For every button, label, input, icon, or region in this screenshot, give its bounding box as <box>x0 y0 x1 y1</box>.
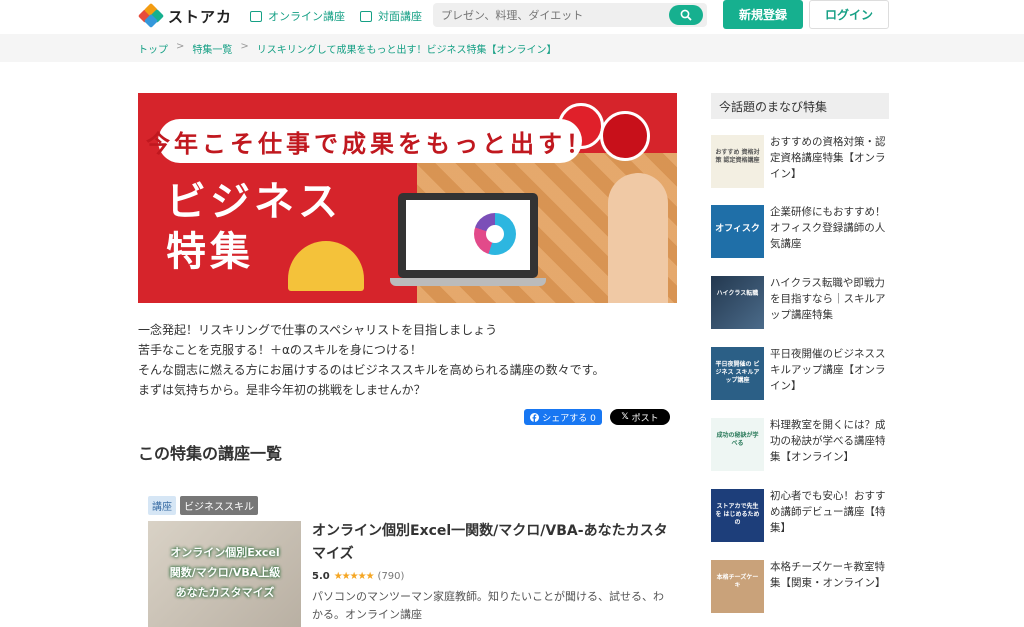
sidebar-item-officeku[interactable]: オフィスク 企業研修にもおすすめ！オフィスク登録講師の人気講座 <box>711 205 889 261</box>
sidebar-item-label: 平日夜開催のビジネススキルアップ講座【オンライン】 <box>770 348 886 392</box>
breadcrumb: トップ > 特集一覧 > リスキリングして成果をもっと出す！ビジネス特集【オンラ… <box>138 41 556 56</box>
site-header: ストアカ オンライン講座 対面講座 新規登録 ログイン <box>0 0 1024 34</box>
laptop-icon <box>398 193 538 278</box>
sidebar-thumbnail: 本格チーズケーキ <box>711 560 764 613</box>
sidebar-item-label: ハイクラス転職や即戦力を目指すなら｜スキルアップ講座特集 <box>770 277 886 321</box>
sidebar-item-label: 本格チーズケーキ教室特集【関東・オンライン】 <box>770 561 886 589</box>
sidebar-item-label: 企業研修にもおすすめ！オフィスク登録講師の人気講座 <box>770 206 886 250</box>
facebook-icon <box>530 412 540 422</box>
logo-text: ストアカ <box>168 7 233 26</box>
sidebar-thumbnail: 平日夜開催の ビジネス スキルアップ講座 <box>711 347 764 400</box>
course-rating: 5.0 ★★★★★ (790) <box>312 571 404 582</box>
search-input[interactable] <box>433 3 663 27</box>
laptop-base <box>390 278 546 286</box>
thumb-label: 成功の秘訣が学べる <box>716 432 759 447</box>
thumb-label: 本格チーズケーキ <box>716 574 759 589</box>
sidebar-item-career[interactable]: ハイクラス転職 ハイクラス転職や即戦力を目指すなら｜スキルアップ講座特集 <box>711 276 889 332</box>
thumb-label: オフィスク <box>715 224 760 234</box>
thumb-label: ストアカで先生を はじめるための <box>715 503 760 526</box>
banner-title-line1: ビジネス <box>166 179 342 225</box>
nav-online-label: オンライン講座 <box>268 10 345 23</box>
sidebar-heading: 今話題のまなび特集 <box>711 93 889 119</box>
sidebar-item-teacher-debut[interactable]: ストアカで先生を はじめるための 初心者でも安心！おすすめ講師デビュー講座【特集… <box>711 489 889 545</box>
sidebar-item-label: 初心者でも安心！おすすめ講師デビュー講座【特集】 <box>770 490 886 534</box>
thumb-label: 平日夜開催の ビジネス スキルアップ講座 <box>715 361 760 384</box>
course-tags: 講座 ビジネススキル <box>148 496 258 515</box>
login-button[interactable]: ログイン <box>809 0 889 29</box>
signup-button[interactable]: 新規登録 <box>723 0 803 29</box>
thumb-line: あなたカスタマイズ <box>175 586 275 599</box>
intro-text: 一念発起！リスキリングで仕事のスペシャリストを目指しましょう 苦手なことを克服す… <box>138 320 604 400</box>
facebook-share-label: シェアする 0 <box>542 413 596 424</box>
x-post-label: ポスト <box>631 413 659 424</box>
intro-line: そんな闘志に燃える方にお届けするのはビジネススキルを高められる講座の数々です。 <box>138 363 605 377</box>
sidebar-item-qualifications[interactable]: おすすめ 資格対策 認定資格講座 おすすめの資格対策・認定資格講座特集【オンライ… <box>711 135 889 191</box>
intro-line: まずは気持ちから。是非今年初の挑戦をしませんか？ <box>138 383 426 397</box>
course-description: パソコンのマンツーマン家庭教師。知りたいことが聞ける、試せる、わかる。オンライン… <box>312 590 664 621</box>
sidebar-thumbnail: おすすめ 資格対策 認定資格講座 <box>711 135 764 188</box>
tag-business-skill[interactable]: ビジネススキル <box>180 496 258 515</box>
logo-icon <box>137 2 165 29</box>
sidebar-item-cheesecake[interactable]: 本格チーズケーキ 本格チーズケーキ教室特集【関東・オンライン】 <box>711 560 889 616</box>
sidebar-thumbnail: ハイクラス転職 <box>711 276 764 329</box>
x-post-button[interactable]: 𝕏 ポスト <box>610 409 670 425</box>
nav-online-courses[interactable]: オンライン講座 <box>250 7 345 25</box>
sidebar-item-label: 料理教室を開くには？成功の秘訣が学べる講座特集【オンライン】 <box>770 419 886 463</box>
nav-offline-label: 対面講座 <box>378 10 422 23</box>
pointing-hand-icon <box>608 173 668 303</box>
course-thumbnail-text: オンライン個別Excel 関数/マクロ/VBA上級 あなたカスタマイズ <box>160 543 290 603</box>
sidebar-thumbnail: ストアカで先生を はじめるための <box>711 489 764 542</box>
intro-line: 苦手なことを克服する！＋αのスキルを身につける！ <box>138 343 422 357</box>
monitor-icon <box>250 10 262 22</box>
review-count: (790) <box>377 571 405 582</box>
sidebar-item-cooking[interactable]: 成功の秘訣が学べる 料理教室を開くには？成功の秘訣が学べる講座特集【オンライン】 <box>711 418 889 474</box>
thumb-label: ハイクラス転職 <box>716 290 759 297</box>
sidebar-thumbnail: オフィスク <box>711 205 764 258</box>
sidebar-thumbnail: 成功の秘訣が学べる <box>711 418 764 471</box>
course-title[interactable]: オンライン個別Excel一関数/マクロ/VBA-あなたカスタマイズ <box>312 520 672 566</box>
search-box <box>433 3 707 27</box>
rating-score: 5.0 <box>312 571 330 582</box>
thumb-label: おすすめ 資格対策 認定資格講座 <box>715 149 760 164</box>
search-button[interactable] <box>669 5 703 25</box>
breadcrumb-top[interactable]: トップ <box>138 41 168 56</box>
feature-banner: 今年こそ仕事で成果をもっと出す！ ビジネス 特集 <box>138 93 677 303</box>
thumb-line: オンライン個別Excel <box>170 546 280 559</box>
breadcrumb-current[interactable]: リスキリングして成果をもっと出す！ビジネス特集【オンライン】 <box>257 41 557 56</box>
course-thumbnail[interactable]: オンライン個別Excel 関数/マクロ/VBA上級 あなたカスタマイズ <box>148 521 301 627</box>
banner-headline: 今年こそ仕事で成果をもっと出す！ <box>146 119 590 163</box>
breadcrumb-separator: > <box>240 41 249 52</box>
tag-course[interactable]: 講座 <box>148 496 176 515</box>
breadcrumb-features[interactable]: 特集一覧 <box>192 41 232 56</box>
camellia-icon <box>600 111 650 161</box>
thumb-line: 関数/マクロ/VBA上級 <box>169 566 281 579</box>
breadcrumb-separator: > <box>176 41 185 52</box>
donut-chart-icon <box>474 213 516 255</box>
rating-stars-icon: ★★★★★ <box>333 571 375 582</box>
breadcrumb-bar: トップ > 特集一覧 > リスキリングして成果をもっと出す！ビジネス特集【オンラ… <box>0 34 1024 62</box>
sidebar-item-label: おすすめの資格対策・認定資格講座特集【オンライン】 <box>770 136 886 180</box>
nav-offline-courses[interactable]: 対面講座 <box>360 7 422 25</box>
intro-line: 一念発起！リスキリングで仕事のスペシャリストを目指しましょう <box>138 323 498 337</box>
sidebar-item-weeknight[interactable]: 平日夜開催の ビジネス スキルアップ講座 平日夜開催のビジネススキルアップ講座【… <box>711 347 889 403</box>
site-logo[interactable]: ストアカ <box>137 2 233 29</box>
section-title: この特集の講座一覧 <box>138 444 283 463</box>
classroom-icon <box>360 10 372 22</box>
search-icon <box>680 9 692 21</box>
facebook-share-button[interactable]: シェアする 0 <box>524 409 602 425</box>
x-icon: 𝕏 <box>621 412 629 422</box>
